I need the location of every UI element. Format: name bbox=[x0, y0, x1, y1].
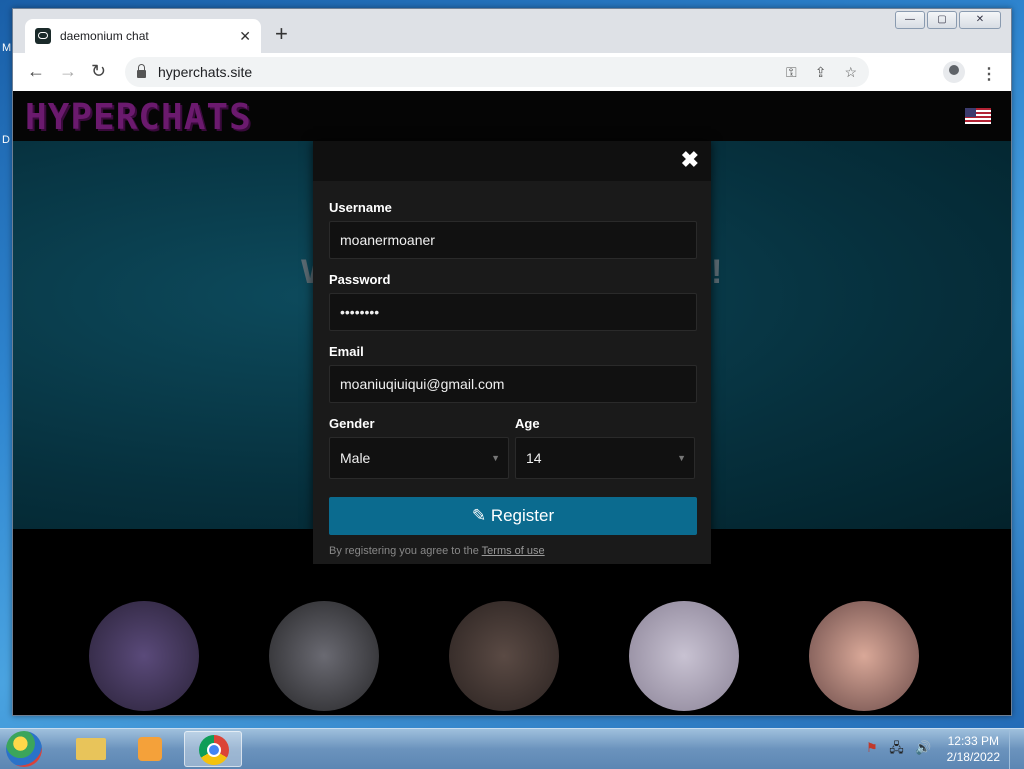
register-button-label: Register bbox=[490, 506, 555, 525]
show-desktop-button[interactable] bbox=[1009, 729, 1024, 769]
taskbar-media-player[interactable] bbox=[120, 731, 178, 767]
star-icon[interactable]: ☆ bbox=[844, 64, 857, 81]
window-controls: — ▢ ✕ bbox=[893, 11, 1001, 29]
taskbar: ⚑ 🖧 🔊 12:33 PM 2/18/2022 bbox=[0, 728, 1024, 769]
back-button[interactable]: ← bbox=[27, 61, 45, 81]
tab-close-icon[interactable]: ✕ bbox=[239, 28, 251, 45]
tab-title: daemonium chat bbox=[60, 29, 149, 43]
site-logo[interactable]: HYPERCHATS bbox=[25, 97, 252, 138]
profile-avatar[interactable] bbox=[809, 601, 919, 711]
clock[interactable]: 12:33 PM 2/18/2022 bbox=[947, 733, 1000, 765]
folder-icon bbox=[76, 738, 106, 760]
email-field[interactable]: moaniuqiuiqui@gmail.com bbox=[329, 365, 697, 403]
system-tray: ⚑ 🖧 🔊 bbox=[866, 739, 932, 761]
volume-icon[interactable]: 🔊 bbox=[915, 740, 931, 755]
close-icon[interactable]: ✖ bbox=[681, 149, 699, 171]
maximize-button[interactable]: ▢ bbox=[927, 11, 957, 29]
password-label: Password bbox=[329, 272, 391, 287]
key-icon[interactable]: ⚿ bbox=[786, 64, 797, 81]
browser-window: daemonium chat ✕ + — ▢ ✕ ← → ↻ hyperchat… bbox=[12, 8, 1012, 716]
profile-avatar[interactable] bbox=[449, 601, 559, 711]
taskbar-explorer[interactable] bbox=[60, 731, 118, 767]
desktop-label-peek: M bbox=[2, 42, 12, 54]
register-form: Username moanermoaner Password •••••••• … bbox=[313, 181, 711, 557]
hero-heading-fragment: ! bbox=[711, 253, 723, 291]
browser-toolbar: ← → ↻ hyperchats.site ⚿ ⇪ ☆ bbox=[13, 53, 1011, 91]
age-group: Age 14 ▼ bbox=[515, 416, 695, 479]
url-text[interactable]: hyperchats.site bbox=[158, 64, 768, 80]
profile-icon[interactable] bbox=[943, 61, 965, 83]
menu-icon[interactable]: ⋮ bbox=[981, 64, 997, 84]
username-label: Username bbox=[329, 200, 392, 215]
flag-icon[interactable]: ⚑ bbox=[866, 740, 878, 755]
page-viewport: HYPERCHATS W ! ✖ Username moanermoaner P… bbox=[13, 91, 1011, 715]
forward-button[interactable]: → bbox=[59, 61, 77, 81]
modal-header: ✖ bbox=[313, 141, 711, 181]
profile-avatar[interactable] bbox=[629, 601, 739, 711]
register-modal: ✖ Username moanermoaner Password •••••••… bbox=[313, 141, 711, 564]
age-select[interactable]: 14 ▼ bbox=[515, 437, 695, 479]
media-player-icon bbox=[138, 737, 162, 761]
clock-time: 12:33 PM bbox=[947, 734, 999, 748]
site-favicon-icon bbox=[35, 28, 51, 44]
email-label: Email bbox=[329, 344, 364, 359]
chevron-down-icon: ▼ bbox=[491, 453, 500, 463]
terms-link[interactable]: Terms of use bbox=[482, 545, 545, 557]
gender-age-row: Gender Male ▼ Age 14 ▼ bbox=[329, 416, 695, 479]
tab-strip: daemonium chat ✕ + — ▢ ✕ bbox=[13, 9, 1011, 53]
clock-date: 2/18/2022 bbox=[946, 750, 1000, 764]
edit-icon: ✎ bbox=[471, 506, 487, 525]
register-button[interactable]: ✎ Register bbox=[329, 497, 697, 535]
lock-icon[interactable] bbox=[137, 64, 146, 78]
chrome-icon bbox=[199, 735, 229, 765]
start-button[interactable] bbox=[6, 731, 42, 767]
gender-value: Male bbox=[340, 450, 371, 466]
new-tab-button[interactable]: + bbox=[275, 23, 288, 45]
username-field[interactable]: moanermoaner bbox=[329, 221, 697, 259]
address-bar[interactable]: hyperchats.site ⚿ ⇪ ☆ bbox=[125, 57, 869, 87]
close-window-button[interactable]: ✕ bbox=[959, 11, 1001, 29]
age-value: 14 bbox=[526, 450, 542, 466]
minimize-button[interactable]: — bbox=[895, 11, 925, 29]
terms-notice: By registering you agree to the Terms of… bbox=[329, 545, 695, 557]
chevron-down-icon: ▼ bbox=[677, 453, 686, 463]
browser-tab[interactable]: daemonium chat ✕ bbox=[25, 19, 261, 53]
site-header: HYPERCHATS bbox=[13, 91, 1011, 141]
age-label: Age bbox=[515, 416, 540, 431]
gender-label: Gender bbox=[329, 416, 375, 431]
password-field[interactable]: •••••••• bbox=[329, 293, 697, 331]
us-flag-icon[interactable] bbox=[965, 108, 991, 124]
profile-avatar[interactable] bbox=[269, 601, 379, 711]
terms-text: By registering you agree to the bbox=[329, 545, 482, 557]
profile-avatar[interactable] bbox=[89, 601, 199, 711]
gender-group: Gender Male ▼ bbox=[329, 416, 509, 479]
gender-select[interactable]: Male ▼ bbox=[329, 437, 509, 479]
desktop-label-peek: D bbox=[2, 134, 10, 146]
share-icon[interactable]: ⇪ bbox=[815, 64, 827, 81]
network-icon[interactable]: 🖧 bbox=[889, 740, 904, 755]
taskbar-chrome[interactable] bbox=[184, 731, 242, 767]
reload-button[interactable]: ↻ bbox=[91, 61, 106, 81]
